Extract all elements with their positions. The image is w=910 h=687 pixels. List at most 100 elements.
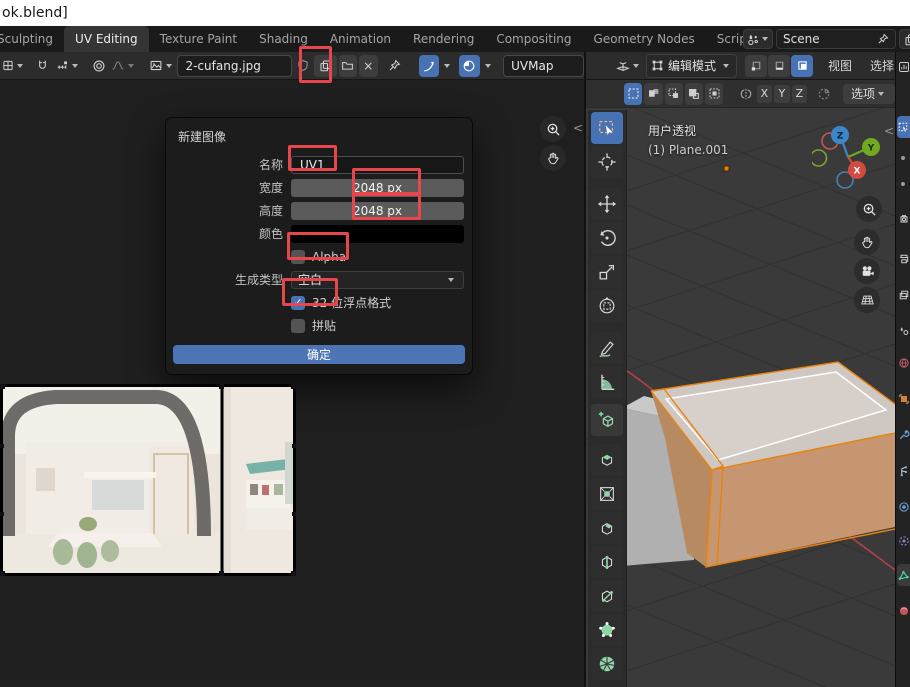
tool-transform[interactable] [591, 290, 623, 322]
uv-pan-button[interactable] [540, 145, 566, 171]
viewport-sidebar-collapse-arrow[interactable]: < [884, 124, 894, 138]
select-difference-button[interactable] [685, 83, 703, 105]
tool-knife[interactable] [591, 580, 623, 612]
new-scene-button[interactable] [899, 29, 910, 49]
gizmos-dropdown[interactable] [441, 55, 453, 77]
gizmo-neg-y-ball[interactable] [812, 150, 827, 166]
props-tab-modifiers[interactable] [898, 424, 910, 446]
overlays-dropdown[interactable] [482, 55, 494, 77]
tab-rendering[interactable]: Rendering [402, 26, 485, 52]
tool-measure[interactable] [591, 366, 623, 398]
uv-image-preview[interactable] [0, 384, 296, 576]
viewport-header: 编辑模式 [586, 52, 895, 80]
tool-cursor[interactable] [591, 146, 623, 178]
tool-scale[interactable] [591, 256, 623, 288]
props-tab-constraints[interactable] [898, 530, 910, 552]
float-checkbox[interactable]: ✓ [291, 296, 305, 310]
tab-geometry-nodes[interactable]: Geometry Nodes [583, 26, 706, 52]
image-name-field[interactable]: 2-cufang.jpg [177, 55, 291, 77]
options-dropdown[interactable]: 选项 [843, 84, 895, 104]
open-image-button[interactable] [339, 55, 358, 77]
ok-button[interactable]: 确定 [173, 345, 465, 364]
navigation-gizmo[interactable]: Z Y X [812, 121, 884, 193]
viewport-camera-button[interactable] [854, 258, 880, 284]
name-field[interactable]: UV1 [291, 156, 464, 174]
tool-bevel[interactable] [591, 512, 623, 544]
snap-toggle-button[interactable] [34, 55, 53, 77]
proportional-edit-toggle[interactable] [90, 55, 109, 77]
mirror-z-button[interactable]: Z [792, 85, 808, 103]
width-slider[interactable]: 2048 px [291, 179, 464, 197]
tool-rotate[interactable] [591, 222, 623, 254]
fake-user-toggle[interactable] [294, 55, 313, 77]
uv-zoom-button[interactable] [540, 116, 566, 142]
props-tab-object-data[interactable] [897, 564, 910, 586]
props-tab-physics[interactable] [898, 496, 910, 518]
tiled-checkbox[interactable] [291, 319, 305, 333]
tab-animation[interactable]: Animation [319, 26, 402, 52]
mode-dropdown[interactable]: 编辑模式 [646, 54, 737, 78]
color-swatch[interactable] [291, 225, 464, 243]
overlays-toggle[interactable] [459, 55, 479, 77]
uvmap-field[interactable]: UVMap [503, 55, 584, 77]
tab-compositing[interactable]: Compositing [485, 26, 582, 52]
tool-add-cube[interactable] [591, 404, 623, 436]
tab-shading[interactable]: Shading [248, 26, 319, 52]
select-subtract-button[interactable] [665, 83, 683, 105]
props-tab-material[interactable] [898, 600, 910, 622]
face-select-button[interactable] [791, 55, 813, 77]
new-image-button[interactable] [314, 55, 336, 77]
menu-select[interactable]: 选择 [863, 57, 895, 74]
tool-move[interactable] [591, 188, 623, 220]
gizmos-toggle[interactable] [419, 55, 439, 77]
alpha-checkbox[interactable] [291, 250, 305, 264]
tool-inset-faces[interactable] [591, 478, 623, 510]
tool-loop-cut[interactable] [591, 546, 623, 578]
editor-type-dropdown[interactable] [2, 55, 26, 77]
select-intersect-button[interactable] [705, 83, 723, 105]
tweak-select-button[interactable] [624, 83, 642, 105]
select-difference-icon [687, 87, 700, 100]
menu-view[interactable]: 视图 [821, 57, 859, 74]
mirror-toggle[interactable] [736, 83, 754, 105]
snap-target-dropdown[interactable] [54, 55, 82, 77]
props-tab-world[interactable] [898, 352, 910, 374]
image-browse-dropdown[interactable] [148, 55, 176, 77]
viewport-pan-button[interactable] [854, 229, 880, 255]
viewport-zoom-button[interactable] [856, 196, 882, 222]
pin-button[interactable] [385, 55, 404, 77]
props-tab-output[interactable] [898, 248, 910, 270]
tab-uv-editing[interactable]: UV Editing [64, 26, 149, 52]
props-tab-scene[interactable] [898, 320, 910, 342]
height-slider[interactable]: 2048 px [291, 202, 464, 220]
viewport-canvas[interactable] [586, 108, 895, 687]
proportional-falloff-dropdown[interactable] [110, 55, 138, 77]
scene-name-field[interactable]: Scene [776, 29, 896, 49]
viewport-ortho-toggle-button[interactable] [854, 287, 880, 313]
props-tab-tool[interactable] [897, 116, 910, 138]
mirror-x-button[interactable]: X [757, 85, 773, 103]
tab-sculpting[interactable]: Sculpting [0, 26, 64, 52]
select-extend-button[interactable] [644, 83, 662, 105]
props-tab-particles[interactable] [898, 460, 910, 482]
props-tab-object[interactable] [898, 388, 910, 410]
tool-select-box[interactable] [591, 112, 623, 144]
uv-sidebar-collapse-arrow[interactable]: < [573, 121, 583, 135]
tool-spin[interactable] [591, 648, 623, 680]
tab-texture-paint[interactable]: Texture Paint [149, 26, 248, 52]
vertex-select-button[interactable] [745, 55, 767, 77]
tool-poly-build[interactable] [591, 614, 623, 646]
edge-select-button[interactable] [768, 55, 790, 77]
generated-type-dropdown[interactable]: 空白 [291, 271, 464, 289]
proportional-edit-toggle-3d[interactable] [815, 83, 833, 105]
props-tab-view-layer[interactable] [898, 284, 910, 306]
props-tab-render[interactable] [898, 208, 910, 230]
unlink-image-button[interactable]: × [359, 55, 378, 77]
editor-type-dropdown-3d[interactable] [616, 55, 642, 77]
mirror-y-button[interactable]: Y [774, 85, 790, 103]
tool-annotate[interactable] [591, 332, 623, 364]
properties-editor-type-icon[interactable] [898, 56, 910, 78]
pin-icon[interactable] [877, 33, 889, 45]
scene-browse-button[interactable] [743, 29, 773, 49]
tool-extrude-region[interactable] [591, 444, 623, 476]
